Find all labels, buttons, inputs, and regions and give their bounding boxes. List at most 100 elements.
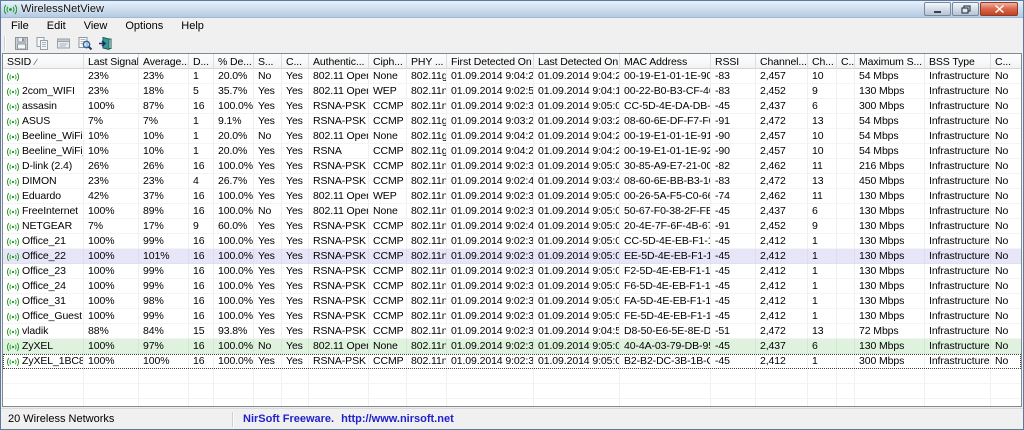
column-header-col_c1[interactable]: C.. <box>837 54 855 69</box>
cell-mac_address <box>620 399 711 407</box>
column-header-detection_count[interactable]: D... <box>189 54 214 69</box>
cell-maximum_speed <box>855 399 925 407</box>
cell-connectable: Yes <box>282 159 309 174</box>
title-bar[interactable]: WirelessNetView <box>1 1 1023 18</box>
cell-connectable: Yes <box>282 234 309 249</box>
save-icon[interactable] <box>11 35 32 52</box>
cell-channel_num: 13 <box>808 114 837 129</box>
cell-bss_type: Infrastructure <box>925 279 991 294</box>
cell-col_c1 <box>837 69 855 84</box>
column-header-security[interactable]: S... <box>254 54 282 69</box>
cell-maximum_speed: 130 Mbps <box>855 204 925 219</box>
cell-mac_address: 20-4E-7F-6F-4B-67 <box>620 219 711 234</box>
cell-phy_type <box>407 399 447 407</box>
cell-maximum_speed: 300 Mbps <box>855 354 925 369</box>
ssid-label: ZyXEL_1BC8 <box>22 355 84 368</box>
table-row[interactable]: ZyXEL_1BC8100%100%16100.0%YesYesRSNA-PSK… <box>3 354 1021 369</box>
table-row[interactable]: 23%23%120.0%NoYes802.11 OpenNone802.11g0… <box>3 69 1021 84</box>
app-wifi-icon <box>4 4 17 15</box>
copy-icon[interactable] <box>32 35 53 52</box>
cell-mac_address: F2-5D-4E-EB-F1-13 <box>620 264 711 279</box>
column-header-cipher[interactable]: Ciph... <box>369 54 407 69</box>
table-row[interactable]: Beeline_WiFi10%10%120.0%NoYes802.11 Open… <box>3 129 1021 144</box>
column-header-last_signal[interactable]: Last Signal <box>84 54 139 69</box>
column-header-col_c2[interactable]: C... <box>991 54 1022 69</box>
column-header-connectable[interactable]: C... <box>282 54 309 69</box>
wifi-signal-icon <box>7 207 19 217</box>
menu-edit[interactable]: Edit <box>38 19 75 33</box>
cell-detection_count: 1 <box>189 129 214 144</box>
column-header-first_detected[interactable]: First Detected On <box>447 54 534 69</box>
cell-authentication: RSNA-PSK <box>309 174 369 189</box>
table-row[interactable]: NETGEAR7%17%960.0%YesYesRSNA-PSKCCMP802.… <box>3 219 1021 234</box>
properties-icon[interactable] <box>53 35 74 52</box>
menu-help[interactable]: Help <box>172 19 213 33</box>
table-row[interactable]: Office_22100%101%16100.0%YesYesRSNA-PSKC… <box>3 249 1021 264</box>
cell-ssid: Office_21 <box>3 234 84 249</box>
menu-view[interactable]: View <box>75 19 117 33</box>
cell-detection_count: 9 <box>189 219 214 234</box>
cell-average_signal: 18% <box>139 84 189 99</box>
wifi-signal-icon <box>7 147 19 157</box>
cell-connectable: Yes <box>282 174 309 189</box>
table-row[interactable]: Office_Guest100%99%16100.0%YesYesRSNA-PS… <box>3 309 1021 324</box>
table-row[interactable]: Eduardo42%37%16100.0%YesYes802.11 OpenWE… <box>3 189 1021 204</box>
cell-first_detected: 01.09.2014 9:02:39 <box>447 264 534 279</box>
table-row[interactable]: ASUS7%7%19.1%YesYesRSNA-PSKCCMP802.11g01… <box>3 114 1021 129</box>
column-header-channel_freq[interactable]: Channel... <box>756 54 808 69</box>
table-row[interactable]: D-link (2.4)26%26%16100.0%YesYesRSNA-PSK… <box>3 159 1021 174</box>
table-row[interactable]: vladik88%84%1593.8%YesYesRSNA-PSKCCMP802… <box>3 324 1021 339</box>
table-row[interactable]: Office_23100%99%16100.0%YesYesRSNA-PSKCC… <box>3 264 1021 279</box>
column-header-rssi[interactable]: RSSI <box>711 54 756 69</box>
nirsoft-link[interactable]: http://www.nirsoft.net <box>341 413 454 425</box>
cell-bss_type: Infrastructure <box>925 309 991 324</box>
cell-authentication: RSNA-PSK <box>309 234 369 249</box>
column-header-channel_num[interactable]: Ch... <box>808 54 837 69</box>
cell-authentication: RSNA-PSK <box>309 99 369 114</box>
table-row[interactable]: assasin100%87%16100.0%YesYesRSNA-PSKCCMP… <box>3 99 1021 114</box>
column-header-mac_address[interactable]: MAC Address <box>620 54 711 69</box>
column-header-maximum_speed[interactable]: Maximum S... <box>855 54 925 69</box>
column-header-pct_detection[interactable]: % De... <box>214 54 254 69</box>
column-header-ssid[interactable]: SSID∕ <box>3 54 84 69</box>
column-header-label: % De... <box>218 56 252 68</box>
cell-detection_count: 16 <box>189 309 214 324</box>
cell-security: No <box>254 69 282 84</box>
cell-rssi: -45 <box>711 204 756 219</box>
cell-last_signal <box>84 399 139 407</box>
column-header-last_detected[interactable]: Last Detected On <box>534 54 620 69</box>
menu-file[interactable]: File <box>2 19 38 33</box>
table-row[interactable]: FreeInternet100%89%16100.0%NoYes802.11 O… <box>3 204 1021 219</box>
close-button[interactable] <box>980 2 1018 16</box>
minimize-button[interactable] <box>924 2 951 16</box>
column-header-average_signal[interactable]: Average... <box>139 54 189 69</box>
cell-average_signal: 37% <box>139 189 189 204</box>
advanced-options-icon[interactable] <box>74 35 95 52</box>
exit-icon[interactable] <box>95 35 116 52</box>
cell-maximum_speed: 130 Mbps <box>855 189 925 204</box>
cell-bss_type <box>925 384 991 399</box>
cell-first_detected: 01.09.2014 9:02:39 <box>447 159 534 174</box>
cell-authentication: 802.11 Open <box>309 339 369 354</box>
table-row[interactable]: 2com_WIFI23%18%535.7%YesYes802.11 OpenWE… <box>3 84 1021 99</box>
restore-button[interactable] <box>952 2 979 16</box>
column-header-bss_type[interactable]: BSS Type <box>925 54 991 69</box>
table-row[interactable]: DIMON23%23%426.7%YesYesRSNA-PSKCCMP802.1… <box>3 174 1021 189</box>
column-header-authentication[interactable]: Authentic... <box>309 54 369 69</box>
table-row[interactable]: Office_21100%99%16100.0%YesYesRSNA-PSKCC… <box>3 234 1021 249</box>
cell-phy_type: 802.11n <box>407 279 447 294</box>
menu-options[interactable]: Options <box>116 19 172 33</box>
cell-col_c1 <box>837 114 855 129</box>
cell-channel_freq: 2,412 <box>756 249 808 264</box>
column-header-phy_type[interactable]: PHY ... <box>407 54 447 69</box>
cell-cipher: CCMP <box>369 264 407 279</box>
cell-pct_detection <box>214 384 254 399</box>
table-row[interactable]: Office_24100%99%16100.0%YesYesRSNA-PSKCC… <box>3 279 1021 294</box>
cell-channel_num: 1 <box>808 294 837 309</box>
table-row[interactable]: Beeline_WiFi_...10%10%120.0%YesYesRSNACC… <box>3 144 1021 159</box>
column-header-label: C... <box>995 56 1011 68</box>
table-row[interactable]: ZyXEL100%97%16100.0%NoYes802.11 OpenNone… <box>3 339 1021 354</box>
status-bar: 20 Wireless Networks NirSoft Freeware. h… <box>1 408 1023 429</box>
cell-maximum_speed: 54 Mbps <box>855 114 925 129</box>
table-row[interactable]: Office_31100%98%16100.0%YesYesRSNA-PSKCC… <box>3 294 1021 309</box>
